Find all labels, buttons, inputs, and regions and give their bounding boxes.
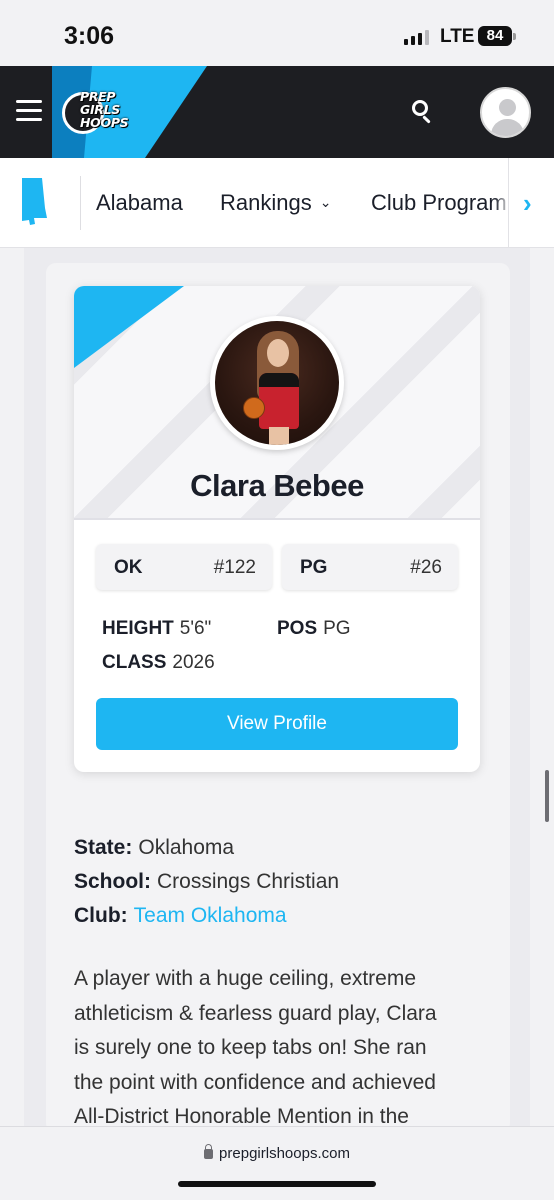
- site-header: PREP GIRLS HOOPS: [0, 66, 554, 158]
- nav-item-label: Rankings: [220, 190, 312, 215]
- nav-divider: [80, 176, 81, 230]
- alabama-state-icon[interactable]: [18, 178, 50, 228]
- url-domain: prepgirlshoops.com: [219, 1145, 350, 1162]
- detail-value: Oklahoma: [138, 836, 235, 859]
- logo-text-line: HOOPS: [80, 115, 129, 130]
- nav-scroll-right-button[interactable]: ›: [508, 158, 554, 247]
- rank-label: PG: [300, 557, 328, 578]
- network-label: LTE: [440, 26, 475, 47]
- nav-item-club-programs[interactable]: Club Program: [371, 190, 507, 216]
- nav-item-label: Club Program: [371, 190, 507, 215]
- detail-label: Club:: [74, 904, 128, 927]
- rank-value: #122: [213, 557, 256, 578]
- player-name: Clara Bebee: [190, 468, 364, 503]
- bio-line: athleticism & fearless guard play, Clara: [74, 1001, 437, 1025]
- menu-icon[interactable]: [16, 100, 42, 122]
- class-attr: CLASS 2026: [102, 652, 215, 674]
- player-photo[interactable]: [210, 316, 344, 450]
- attr-label: POS: [277, 618, 318, 639]
- bio-line: the point with confidence and achieved: [74, 1070, 436, 1094]
- detail-state: State: Oklahoma: [74, 836, 234, 860]
- state-rank-badge: OK #122: [96, 544, 272, 590]
- basketball-icon: [243, 397, 265, 419]
- player-bio: A player with a huge ceiling, extreme at…: [74, 962, 494, 1135]
- user-avatar[interactable]: [480, 87, 531, 138]
- club-link[interactable]: Team Oklahoma: [134, 904, 287, 927]
- page-scrollbar[interactable]: [545, 770, 549, 822]
- bio-line: is surely one to keep tabs on! She ran: [74, 1036, 427, 1059]
- detail-school: School: Crossings Christian: [74, 870, 339, 894]
- rank-value: #26: [410, 557, 442, 578]
- detail-value: Crossings Christian: [157, 870, 340, 893]
- state-nav: Alabama Rankings ⌄ Club Program ›: [0, 158, 554, 248]
- attr-value: 2026: [172, 652, 215, 673]
- url-display[interactable]: prepgirlshoops.com: [0, 1144, 554, 1162]
- detail-label: School:: [74, 870, 151, 893]
- chevron-right-icon: ›: [523, 188, 532, 218]
- height-attr: HEIGHT 5'6": [102, 618, 211, 640]
- bio-line: A player with a huge ceiling, extreme: [74, 967, 417, 990]
- card-banner: Clara Bebee: [74, 286, 480, 520]
- rank-label: OK: [114, 557, 143, 578]
- attr-value: PG: [323, 618, 351, 639]
- signal-icon: [404, 30, 429, 45]
- chevron-down-icon: ⌄: [319, 194, 332, 210]
- status-bar: 3:06 LTE 84: [0, 0, 554, 66]
- attr-label: HEIGHT: [102, 618, 174, 639]
- battery-icon: 84: [478, 26, 516, 46]
- site-logo[interactable]: PREP GIRLS HOOPS: [62, 88, 148, 136]
- nav-item-rankings[interactable]: Rankings ⌄: [220, 190, 331, 216]
- pos-attr: POS PG: [277, 618, 351, 640]
- card-corner-accent: [74, 286, 184, 368]
- home-indicator[interactable]: [178, 1181, 376, 1187]
- attr-value: 5'6": [179, 618, 212, 639]
- position-rank-badge: PG #26: [282, 544, 458, 590]
- search-icon[interactable]: [410, 98, 436, 124]
- browser-url-bar[interactable]: prepgirlshoops.com: [0, 1126, 554, 1200]
- detail-label: State:: [74, 836, 133, 859]
- view-profile-button[interactable]: View Profile: [96, 698, 458, 750]
- nav-item-label: Alabama: [96, 190, 183, 215]
- lock-icon: [204, 1144, 214, 1159]
- status-time: 3:06: [64, 22, 115, 50]
- detail-club: Club: Team Oklahoma: [74, 904, 287, 928]
- player-card: Clara Bebee OK #122 PG #26 HEIGHT 5'6" PO…: [74, 286, 480, 772]
- attr-label: CLASS: [102, 652, 167, 673]
- nav-item-alabama[interactable]: Alabama: [96, 190, 183, 216]
